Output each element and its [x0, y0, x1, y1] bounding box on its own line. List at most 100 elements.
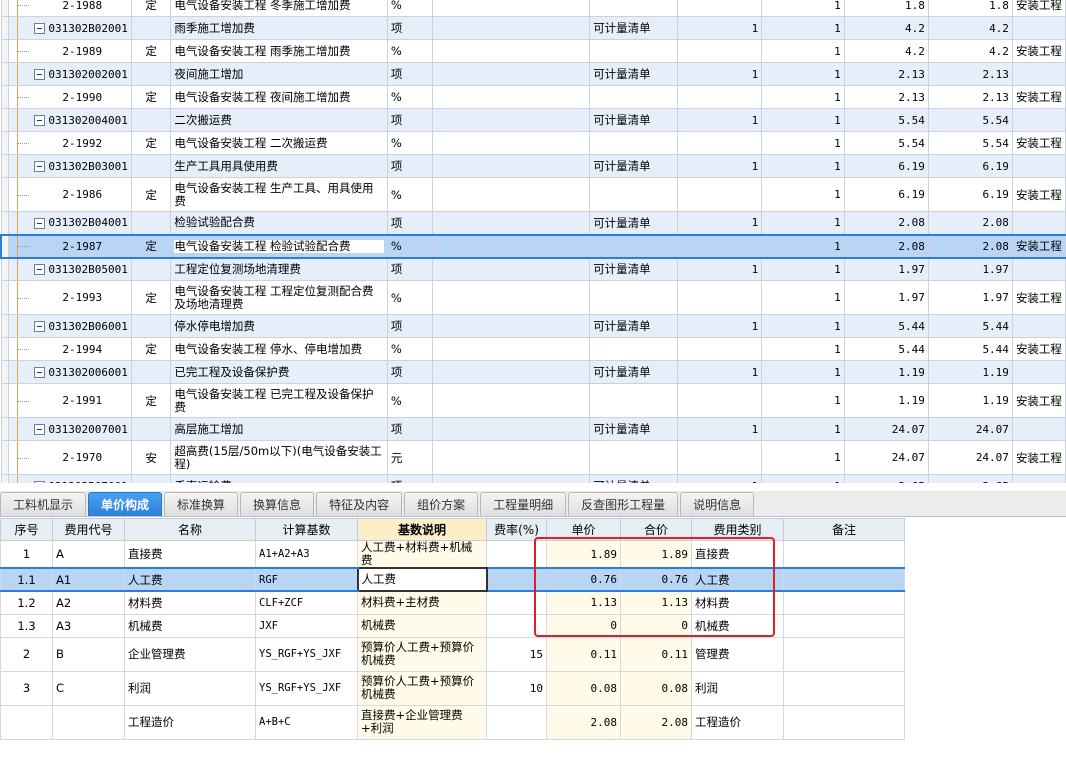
item-code-cell[interactable]: 2-1986	[8, 177, 132, 212]
item-type-cell[interactable]	[130, 474, 172, 483]
item-type-cell[interactable]	[130, 360, 172, 384]
price-row[interactable]: 2 B 企业管理费 YS_RGF+YS_JXF 预算价人工费+预算价机械费 15 0.11 0…	[0, 636, 905, 672]
item-total-price-cell[interactable]: 1.8	[927, 0, 1013, 17]
item-extra-cell[interactable]	[432, 440, 591, 475]
calc-base-cell[interactable]: YS_RGF+YS_JXF	[255, 670, 358, 706]
item-unit-cell[interactable]: %	[386, 177, 434, 212]
item-unit-cell[interactable]: 项	[386, 62, 434, 86]
item-name-cell[interactable]: 电气设备安装工程 生产工具、用具使用费	[170, 177, 388, 212]
item-list-type-cell[interactable]	[589, 383, 678, 418]
item-category-cell[interactable]	[1011, 211, 1066, 235]
item-list-type-cell[interactable]	[589, 0, 678, 17]
measure-item-row[interactable]: 031302B05001 工程定位复测场地清理费项可计量清单 1 1 1.97 1.97	[0, 257, 1066, 281]
item-quantity-cell[interactable]	[676, 233, 763, 259]
fee-category-cell[interactable]: 管理费	[691, 636, 784, 672]
row-gutter[interactable]	[0, 233, 10, 259]
row-gutter[interactable]	[0, 440, 10, 475]
row-gutter[interactable]	[0, 383, 10, 418]
item-extra-cell[interactable]	[432, 0, 591, 17]
quota-row[interactable]: 2-1991 定电气设备安装工程 已完工程及设备保护费% 1 1.19 1.19 安装工程	[0, 383, 1066, 418]
item-total-price-cell[interactable]: 2.13	[927, 62, 1013, 86]
item-code-cell[interactable]: 031302B05001	[8, 257, 132, 281]
item-name-cell[interactable]: 停水停电增加费	[170, 314, 388, 338]
calc-base-cell[interactable]: RGF	[255, 567, 358, 592]
price-row[interactable]: 1.1 A1 人工费 RGF 人工费 0.76 0.76 人工费	[0, 567, 905, 592]
collapse-toggle-icon[interactable]	[34, 115, 46, 126]
base-desc-cell[interactable]: 直接费+企业管理费+利润	[357, 704, 487, 740]
item-unit-cell[interactable]: %	[386, 383, 434, 418]
fee-category-cell[interactable]: 机械费	[691, 613, 784, 638]
item-quantity-cell[interactable]	[676, 39, 763, 63]
item-category-cell[interactable]: 安装工程	[1011, 0, 1066, 17]
item-name-cell[interactable]: 电气设备安装工程 停水、停电增加费	[170, 337, 388, 361]
item-type-cell[interactable]	[130, 211, 172, 235]
item-extra-cell[interactable]	[432, 233, 591, 259]
collapse-toggle-icon[interactable]	[34, 481, 46, 483]
rate-cell[interactable]: 15	[486, 636, 547, 672]
collapse-toggle-icon[interactable]	[34, 217, 46, 229]
item-unit-price-cell[interactable]: 5.54	[843, 131, 929, 155]
total-price-cell[interactable]: 0	[620, 613, 692, 638]
item-list-type-cell[interactable]	[589, 39, 678, 63]
item-unit-cell[interactable]: 项	[386, 474, 434, 483]
column-header[interactable]: 名称	[124, 518, 256, 541]
item-list-type-cell[interactable]: 可计量清单	[589, 474, 678, 483]
rate-cell[interactable]	[486, 590, 547, 615]
row-gutter[interactable]	[0, 0, 10, 17]
item-unit-cell[interactable]: 项	[386, 211, 434, 235]
unit-price-cell[interactable]: 1.13	[546, 590, 621, 615]
item-unit-price-cell[interactable]: 1.19	[843, 383, 929, 418]
item-total-price-cell[interactable]: 5.54	[927, 108, 1013, 132]
measure-item-row[interactable]: 031302007001 高层施工增加项可计量清单 1 1 24.07 24.07	[0, 417, 1066, 441]
item-engineering-qty-cell[interactable]: 1	[761, 131, 845, 155]
item-type-cell[interactable]: 定	[130, 0, 172, 17]
item-code-cell[interactable]: 2-1990	[8, 85, 132, 109]
tab-9[interactable]: 说明信息	[680, 492, 755, 516]
item-category-cell[interactable]: 安装工程	[1011, 280, 1066, 315]
item-unit-cell[interactable]: %	[386, 337, 434, 361]
item-engineering-qty-cell[interactable]: 1	[761, 383, 845, 418]
fee-name-cell[interactable]: 人工费	[124, 567, 256, 592]
measure-item-row[interactable]: 031302B02001 雨季施工增加费项可计量清单 1 1 4.2 4.2	[0, 16, 1066, 40]
item-code-cell[interactable]: 2-1988	[8, 0, 132, 17]
tab-2[interactable]: 单价构成	[88, 492, 163, 516]
item-extra-cell[interactable]	[432, 39, 591, 63]
column-header[interactable]: 备注	[783, 518, 905, 541]
item-quantity-cell[interactable]	[676, 440, 763, 475]
item-total-price-cell[interactable]: 5.54	[927, 131, 1013, 155]
calc-base-cell[interactable]: YS_RGF+YS_JXF	[255, 636, 358, 672]
item-engineering-qty-cell[interactable]: 1	[761, 314, 845, 338]
base-desc-cell[interactable]: 预算价人工费+预算价机械费	[357, 670, 487, 706]
item-category-cell[interactable]	[1011, 474, 1066, 483]
item-engineering-qty-cell[interactable]: 1	[761, 417, 845, 441]
item-unit-price-cell[interactable]: 4.2	[843, 16, 929, 40]
base-desc-cell[interactable]: 人工费	[356, 567, 488, 592]
item-category-cell[interactable]: 安装工程	[1011, 233, 1066, 259]
row-gutter[interactable]	[0, 337, 10, 361]
column-header[interactable]: 基数说明	[357, 518, 487, 541]
item-category-cell[interactable]: 安装工程	[1011, 177, 1066, 212]
row-gutter[interactable]	[0, 85, 10, 109]
item-type-cell[interactable]	[130, 314, 172, 338]
item-total-price-cell[interactable]: 1.19	[927, 360, 1013, 384]
total-price-cell[interactable]: 2.08	[620, 704, 692, 740]
item-extra-cell[interactable]	[432, 154, 591, 178]
item-extra-cell[interactable]	[432, 62, 591, 86]
item-engineering-qty-cell[interactable]: 1	[761, 211, 845, 235]
item-unit-price-cell[interactable]: 24.07	[843, 417, 929, 441]
fee-code-cell[interactable]: A2	[52, 590, 125, 615]
column-header[interactable]: 计算基数	[255, 518, 358, 541]
item-unit-price-cell[interactable]: 5.54	[843, 108, 929, 132]
item-unit-cell[interactable]: 项	[386, 154, 434, 178]
total-price-cell[interactable]: 0.08	[620, 670, 692, 706]
collapse-toggle-icon[interactable]	[34, 424, 46, 435]
item-quantity-cell[interactable]	[676, 177, 763, 212]
item-engineering-qty-cell[interactable]: 1	[761, 0, 845, 17]
row-gutter[interactable]	[0, 417, 10, 441]
collapse-toggle-icon[interactable]	[34, 321, 46, 332]
item-category-cell[interactable]	[1011, 62, 1066, 86]
row-gutter[interactable]	[0, 474, 10, 483]
fee-category-cell[interactable]: 直接费	[691, 540, 784, 569]
item-unit-price-cell[interactable]: 2.08	[843, 233, 929, 259]
row-gutter[interactable]	[0, 154, 10, 178]
